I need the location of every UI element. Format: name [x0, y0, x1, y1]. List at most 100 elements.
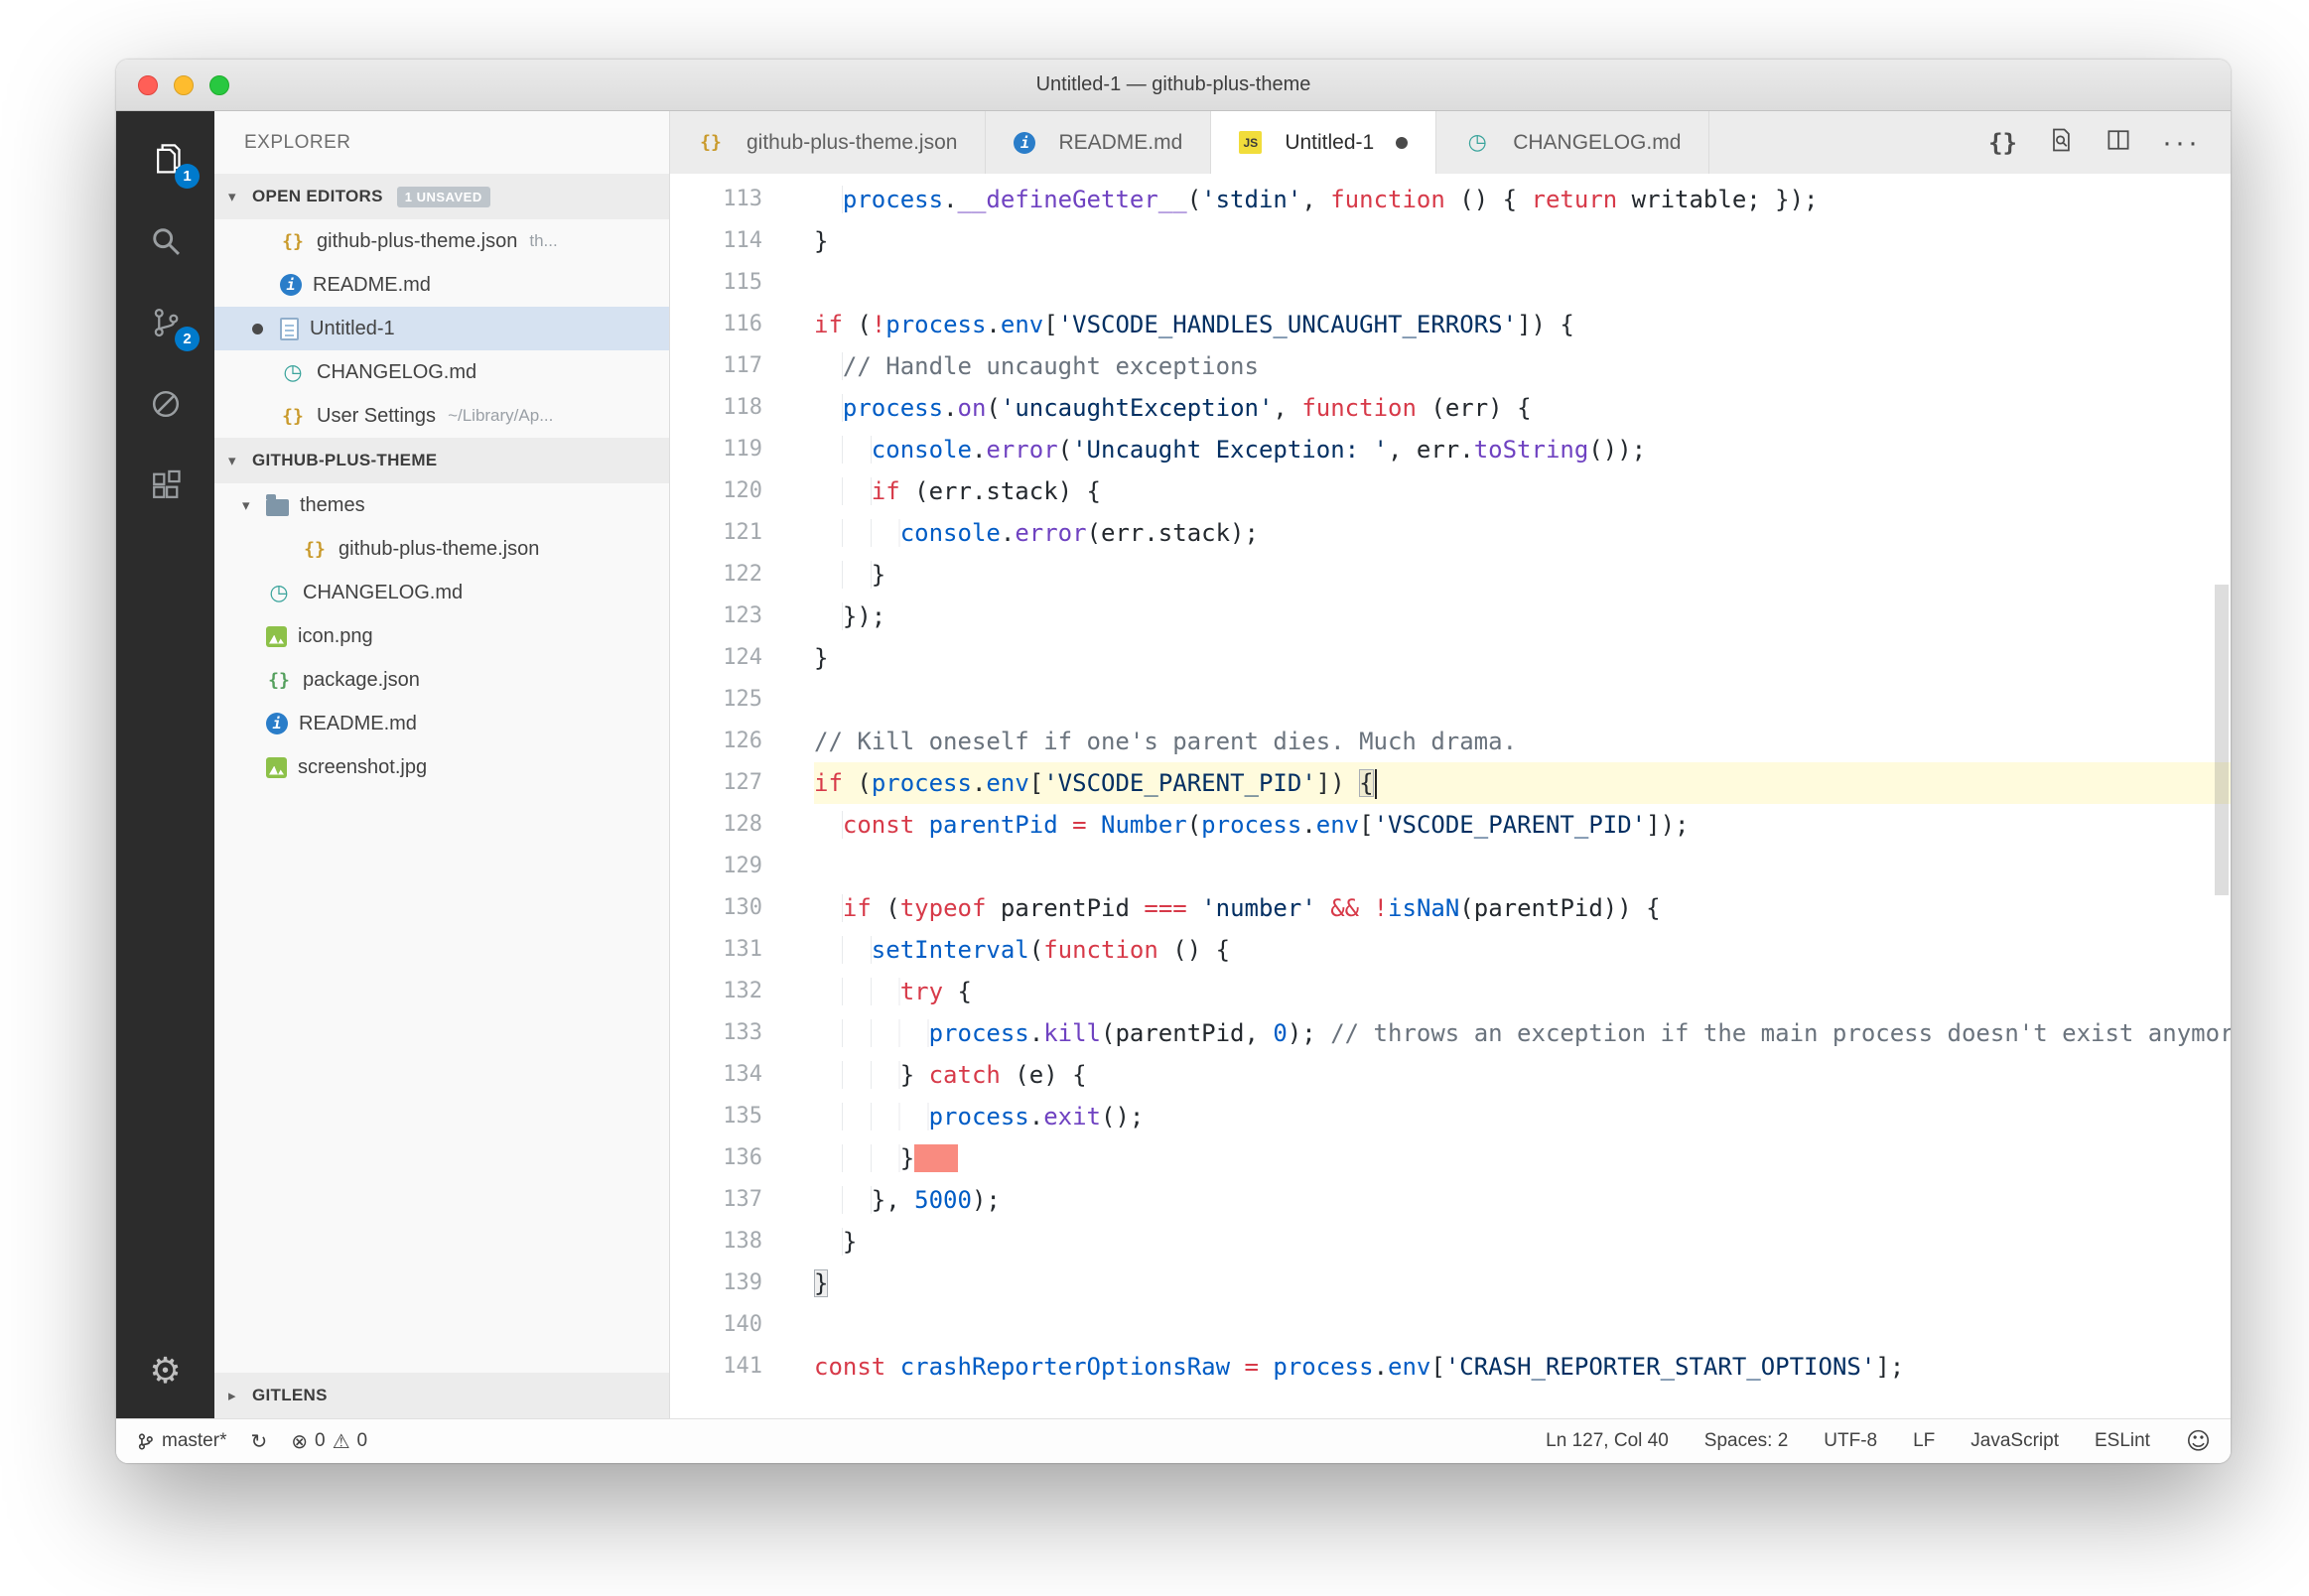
tree-item-github-plus-theme-json[interactable]: {} github-plus-theme.json: [214, 527, 669, 571]
status-eol[interactable]: LF: [1913, 1430, 1935, 1452]
tab-github-plus-theme-json[interactable]: {} github-plus-theme.json: [670, 111, 987, 174]
line-content[interactable]: process.on('uncaughtException', function…: [814, 387, 2231, 429]
feedback-smiley[interactable]: ☺: [2186, 1429, 2211, 1453]
line-number[interactable]: 139: [670, 1263, 814, 1304]
line-number[interactable]: 113: [670, 179, 814, 220]
line-content[interactable]: // Handle uncaught exceptions: [814, 345, 2231, 387]
line-content[interactable]: }, 5000);: [814, 1179, 2231, 1221]
code-line-126[interactable]: 126// Kill oneself if one's parent dies.…: [670, 721, 2231, 762]
line-content[interactable]: process.exit();: [814, 1096, 2231, 1137]
line-content[interactable]: }: [814, 1221, 2231, 1263]
code-line-137[interactable]: 137 }, 5000);: [670, 1179, 2231, 1221]
open-editors-header[interactable]: ▾ OPEN EDITORS 1 UNSAVED: [214, 174, 669, 219]
line-content[interactable]: if (err.stack) {: [814, 470, 2231, 512]
line-number[interactable]: 128: [670, 804, 814, 846]
line-content[interactable]: [814, 846, 2231, 887]
code-line-125[interactable]: 125: [670, 679, 2231, 721]
code-line-131[interactable]: 131 setInterval(function () {: [670, 929, 2231, 971]
line-number[interactable]: 115: [670, 262, 814, 304]
line-number[interactable]: 121: [670, 512, 814, 554]
code-line-118[interactable]: 118 process.on('uncaughtException', func…: [670, 387, 2231, 429]
folder-section-header[interactable]: ▾ GITHUB-PLUS-THEME: [214, 438, 669, 483]
code-line-128[interactable]: 128 const parentPid = Number(process.env…: [670, 804, 2231, 846]
line-content[interactable]: });: [814, 596, 2231, 637]
line-number[interactable]: 140: [670, 1304, 814, 1346]
open-preview-icon[interactable]: [2047, 126, 2075, 159]
line-content[interactable]: console.error('Uncaught Exception: ', er…: [814, 429, 2231, 470]
line-number[interactable]: 138: [670, 1221, 814, 1263]
code-line-114[interactable]: 114}: [670, 220, 2231, 262]
line-number[interactable]: 131: [670, 929, 814, 971]
line-number[interactable]: 124: [670, 637, 814, 679]
braces-action-icon[interactable]: {}: [1988, 129, 2017, 157]
line-number[interactable]: 130: [670, 887, 814, 929]
tree-item-screenshot-jpg[interactable]: screenshot.jpg: [214, 745, 669, 789]
activity-settings-icon[interactable]: ⚙: [116, 1331, 214, 1412]
zoom-button[interactable]: [209, 74, 229, 95]
scrollbar-thumb[interactable]: [2215, 584, 2229, 896]
status-eslint[interactable]: ESLint: [2095, 1430, 2150, 1452]
sync-button[interactable]: ↻: [250, 1431, 267, 1451]
line-number[interactable]: 135: [670, 1096, 814, 1137]
tree-item-themes[interactable]: ▾ themes: [214, 483, 669, 527]
tab-changelog-md[interactable]: ◷ CHANGELOG.md: [1436, 111, 1710, 174]
line-number[interactable]: 127: [670, 762, 814, 804]
code-line-134[interactable]: 134 } catch (e) {: [670, 1054, 2231, 1096]
line-content[interactable]: if (typeof parentPid === 'number' && !is…: [814, 887, 2231, 929]
editor[interactable]: 113 process.__defineGetter__('stdin', fu…: [670, 174, 2231, 1418]
line-number[interactable]: 137: [670, 1179, 814, 1221]
line-number[interactable]: 134: [670, 1054, 814, 1096]
line-content[interactable]: if (process.env['VSCODE_PARENT_PID']) {: [814, 762, 2231, 804]
code-line-138[interactable]: 138 }: [670, 1221, 2231, 1263]
line-number[interactable]: 132: [670, 971, 814, 1012]
line-content[interactable]: process.kill(parentPid, 0); // throws an…: [814, 1012, 2231, 1054]
activity-source-control-icon[interactable]: 2: [116, 282, 214, 363]
code-line-139[interactable]: 139}: [670, 1263, 2231, 1304]
code-line-116[interactable]: 116 if (!process.env['VSCODE_HANDLES_UNCA…: [670, 304, 2231, 345]
tab-untitled-1[interactable]: JS Untitled-1: [1211, 111, 1437, 174]
line-content[interactable]: }: [814, 637, 2231, 679]
code-line-119[interactable]: 119 console.error('Uncaught Exception: '…: [670, 429, 2231, 470]
vertical-scrollbar[interactable]: [2211, 174, 2231, 1418]
status-language-mode[interactable]: JavaScript: [1970, 1430, 2059, 1452]
title-bar[interactable]: Untitled-1 — github-plus-theme: [116, 60, 2231, 111]
code-line-115[interactable]: 115: [670, 262, 2231, 304]
code-line-113[interactable]: 113 process.__defineGetter__('stdin', fu…: [670, 179, 2231, 220]
line-content[interactable]: // Kill oneself if one's parent dies. Mu…: [814, 721, 2231, 762]
open-editor-changelog-md[interactable]: ◷ CHANGELOG.md: [214, 350, 669, 394]
git-branch-status[interactable]: master*: [136, 1430, 226, 1452]
line-content[interactable]: const crashReporterOptionsRaw = process.…: [814, 1346, 2231, 1388]
tree-item-changelog-md[interactable]: ◷ CHANGELOG.md: [214, 571, 669, 614]
close-button[interactable]: [138, 74, 158, 95]
code-line-140[interactable]: 140: [670, 1304, 2231, 1346]
tree-item-readme-md[interactable]: i README.md: [214, 702, 669, 745]
line-number[interactable]: 123: [670, 596, 814, 637]
line-number[interactable]: 129: [670, 846, 814, 887]
code-line-123[interactable]: 123 });: [670, 596, 2231, 637]
code-line-121[interactable]: 121 console.error(err.stack);: [670, 512, 2231, 554]
code-line-135[interactable]: 135 process.exit();: [670, 1096, 2231, 1137]
line-number[interactable]: 114: [670, 220, 814, 262]
line-content[interactable]: [814, 262, 2231, 304]
line-content[interactable]: try {: [814, 971, 2231, 1012]
code-line-136[interactable]: 136 }: [670, 1137, 2231, 1179]
split-editor-icon[interactable]: [2105, 126, 2132, 159]
activity-extensions-icon[interactable]: [116, 445, 214, 526]
code-line-141[interactable]: 141 const crashReporterOptionsRaw = proce…: [670, 1346, 2231, 1388]
line-content[interactable]: }: [814, 1137, 2231, 1179]
line-number[interactable]: 141: [670, 1346, 814, 1388]
line-number[interactable]: 122: [670, 554, 814, 596]
code-line-127[interactable]: 127 if (process.env['VSCODE_PARENT_PID'])…: [670, 762, 2231, 804]
line-number[interactable]: 119: [670, 429, 814, 470]
line-content[interactable]: [814, 1304, 2231, 1346]
code-line-133[interactable]: 133 process.kill(parentPid, 0); // throw…: [670, 1012, 2231, 1054]
activity-search-icon[interactable]: [116, 200, 214, 282]
line-content[interactable]: console.error(err.stack);: [814, 512, 2231, 554]
code-line-130[interactable]: 130 if (typeof parentPid === 'number' &&…: [670, 887, 2231, 929]
minimize-button[interactable]: [174, 74, 194, 95]
line-content[interactable]: setInterval(function () {: [814, 929, 2231, 971]
activity-debug-icon[interactable]: [116, 363, 214, 445]
code-area[interactable]: 113 process.__defineGetter__('stdin', fu…: [670, 174, 2231, 1418]
tree-item-icon-png[interactable]: icon.png: [214, 614, 669, 658]
code-line-132[interactable]: 132 try {: [670, 971, 2231, 1012]
